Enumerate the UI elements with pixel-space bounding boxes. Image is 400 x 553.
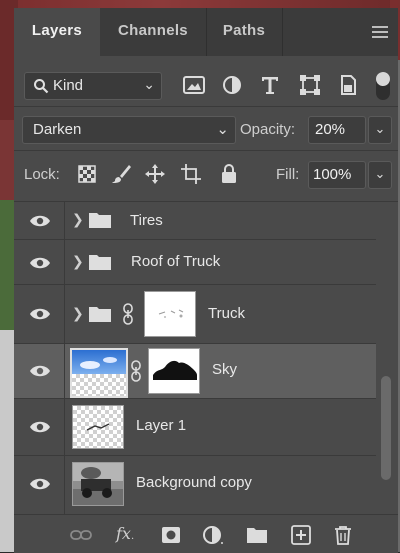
eye-icon[interactable] [29,477,51,491]
opacity-field[interactable]: 20% [308,116,366,144]
eye-icon[interactable] [29,307,51,321]
layer-name: Roof of Truck [131,253,221,270]
fill-field[interactable]: 100% [308,161,366,189]
filter-kind-label: Kind [53,77,84,94]
layer-1-graphic [86,423,110,431]
tab-layers[interactable]: Layers [14,8,100,56]
folder-icon [89,213,111,228]
chevron-right-icon[interactable]: ❯ [72,305,84,322]
adjustment-layer-filter-icon[interactable] [220,74,244,96]
layer-1-thumbnail[interactable] [72,405,124,449]
layer-row-layer-1[interactable]: Layer 1 [14,399,376,456]
folder-icon [89,307,111,322]
fill-value: 100% [313,166,352,183]
type-layer-filter-icon[interactable] [258,74,282,96]
scrollbar-thumb[interactable] [381,376,391,480]
link-layers-icon[interactable] [70,525,92,545]
sky-mask-thumbnail[interactable] [148,348,200,394]
chevron-right-icon[interactable]: ❯ [72,211,84,228]
sky-layer-thumbnail[interactable] [70,348,128,398]
filter-toggle[interactable] [376,72,390,100]
layer-name: Truck [208,305,245,322]
shape-layer-filter-icon[interactable] [298,74,322,96]
chevron-right-icon[interactable]: ❯ [72,253,84,270]
pixel-layer-filter-icon[interactable] [182,74,206,96]
lock-image-pixels-brush-icon[interactable] [110,162,132,186]
delete-layer-trash-icon[interactable] [332,525,354,545]
layer-row-tires[interactable]: ❯ Tires [14,202,376,240]
blend-mode-select[interactable]: Darken ⌄ [22,116,236,144]
layer-row-sky[interactable]: Sky [14,344,376,399]
filter-kind-select[interactable]: Kind ⌄ [24,72,162,100]
sky-image-graphic [72,350,126,374]
fill-slider-toggle[interactable]: ⌄ [368,161,392,189]
visibility-column [14,202,65,239]
visibility-column [14,240,65,284]
layer-mask-thumbnail[interactable] [144,291,196,337]
lock-position-move-icon[interactable] [144,162,166,186]
eye-icon[interactable] [29,420,51,434]
layer-row-truck[interactable]: ❯ Truck [14,285,376,344]
tab-channels[interactable]: Channels [100,8,207,56]
layers-scrollbar[interactable] [376,202,398,514]
opacity-value: 20% [315,121,346,138]
layer-name: Layer 1 [136,417,187,434]
layer-name: Tires [130,212,163,229]
layer-style-fx-icon[interactable]: fx. [116,525,138,545]
fill-label: Fill: [276,166,300,183]
mask-silhouette-graphic [153,360,197,380]
add-mask-icon[interactable] [160,525,182,545]
lock-artboard-icon[interactable] [180,162,202,186]
visibility-column [14,285,65,343]
mask-speckle-graphic [158,309,184,318]
lock-all-icon[interactable] [218,162,240,186]
visibility-column [14,344,65,398]
mask-link-icon[interactable] [130,360,142,382]
mask-link-icon[interactable] [122,303,134,325]
eye-icon[interactable] [29,214,51,228]
new-layer-icon[interactable] [290,525,312,545]
layer-name: Sky [212,361,238,378]
new-adjustment-layer-icon[interactable] [202,525,224,545]
opacity-slider-toggle[interactable]: ⌄ [368,116,392,144]
tab-paths[interactable]: Paths [206,8,283,56]
eye-icon[interactable] [29,364,51,378]
panel-menu-icon[interactable] [372,26,388,38]
layers-list: ❯ Tires ❯ Roof of Truck ❯ Truck Sky Laye… [14,202,376,514]
layer-row-roof-of-truck[interactable]: ❯ Roof of Truck [14,240,376,285]
visibility-column [14,399,65,455]
smart-object-filter-icon[interactable] [336,74,360,96]
opacity-label: Opacity: [240,121,296,138]
panel-tab-bar: Layers Channels Paths [14,8,398,56]
eye-icon[interactable] [29,256,51,270]
lock-transparent-pixels-icon[interactable] [76,162,98,186]
chevron-down-icon: ⌄ [216,121,229,138]
background-copy-thumbnail[interactable] [72,462,124,506]
new-group-folder-icon[interactable] [246,525,268,545]
chevron-down-icon: ⌄ [143,76,155,92]
truck-photo-graphic [73,463,123,505]
lock-label: Lock: [24,166,60,183]
layers-bottom-toolbar: fx. [14,514,398,553]
layer-name: Background copy [136,474,252,491]
folder-icon [89,255,111,270]
layers-panel: Layers Channels Paths Kind ⌄ Darken ⌄ Op… [14,8,398,553]
blend-mode-value: Darken [33,121,82,138]
visibility-column [14,456,65,514]
layer-row-background-copy[interactable]: Background copy [14,456,376,514]
search-icon [34,79,49,94]
